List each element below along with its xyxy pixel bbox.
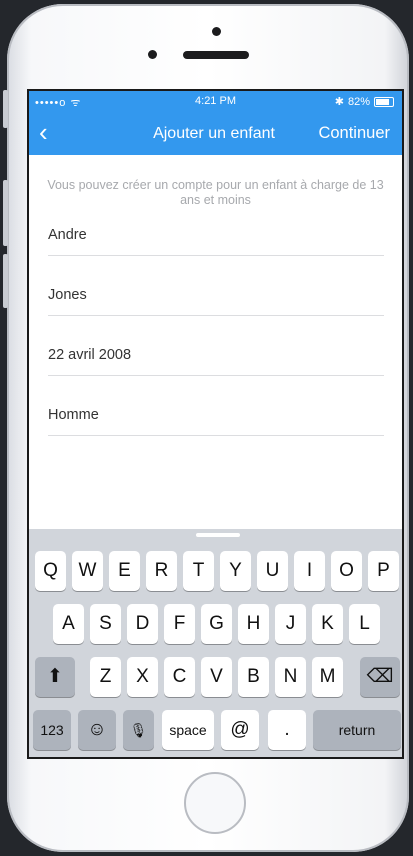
emoji-icon[interactable]: ☺	[78, 710, 116, 750]
numbers-key[interactable]: 123	[33, 710, 71, 750]
microphone-icon[interactable]: 🎙	[123, 710, 154, 750]
battery-icon	[374, 96, 394, 107]
key-z[interactable]: Z	[90, 657, 121, 697]
key-x[interactable]: X	[127, 657, 158, 697]
camera-icon	[212, 27, 221, 36]
period-key[interactable]: .	[268, 710, 306, 750]
gender-field[interactable]: Homme	[48, 407, 384, 436]
first-name-field[interactable]: Andre	[48, 227, 384, 256]
key-m[interactable]: M	[312, 657, 343, 697]
key-o[interactable]: O	[331, 551, 362, 591]
gender-value: Homme	[48, 407, 99, 423]
front-sensor-icon	[148, 50, 157, 59]
key-t[interactable]: T	[183, 551, 214, 591]
volume-up-button	[3, 180, 8, 246]
key-c[interactable]: C	[164, 657, 195, 697]
key-v[interactable]: V	[201, 657, 232, 697]
key-n[interactable]: N	[275, 657, 306, 697]
key-h[interactable]: H	[238, 604, 269, 644]
return-key[interactable]: return	[313, 710, 401, 750]
battery-fill	[376, 98, 389, 105]
key-q[interactable]: Q	[35, 551, 66, 591]
key-f[interactable]: F	[164, 604, 195, 644]
last-name-value: Jones	[48, 287, 87, 303]
key-i[interactable]: I	[294, 551, 325, 591]
key-w[interactable]: W	[72, 551, 103, 591]
keyboard: Q W E R T Y U I O P A S D F G H J K L ⬆ …	[29, 529, 402, 757]
birth-date-field[interactable]: 22 avril 2008	[48, 347, 384, 376]
app-header: •••••o ᯤ 4:21 PM ✱ 82% ‹ Ajouter un enfa…	[29, 91, 402, 155]
key-r[interactable]: R	[146, 551, 177, 591]
key-e[interactable]: E	[109, 551, 140, 591]
key-u[interactable]: U	[257, 551, 288, 591]
volume-down-button	[3, 254, 8, 308]
key-j[interactable]: J	[275, 604, 306, 644]
battery-percentage: 82%	[347, 95, 370, 108]
intro-text: Vous pouvez créer un compte pour un enfa…	[47, 178, 384, 207]
key-s[interactable]: S	[90, 604, 121, 644]
status-right: ✱ 82%	[335, 95, 394, 108]
delete-icon[interactable]: ⌫	[360, 657, 400, 697]
key-d[interactable]: D	[127, 604, 158, 644]
mute-switch	[3, 90, 8, 128]
key-a[interactable]: A	[53, 604, 84, 644]
bluetooth-icon: ✱	[334, 96, 344, 108]
at-key[interactable]: @	[221, 710, 259, 750]
first-name-value: Andre	[48, 227, 87, 243]
key-b[interactable]: B	[238, 657, 269, 697]
status-bar: •••••o ᯤ 4:21 PM ✱ 82%	[29, 95, 402, 109]
key-k[interactable]: K	[312, 604, 343, 644]
space-key[interactable]: space	[162, 710, 214, 750]
keyboard-handle[interactable]	[196, 533, 240, 537]
key-y[interactable]: Y	[220, 551, 251, 591]
last-name-field[interactable]: Jones	[48, 287, 384, 316]
shift-icon[interactable]: ⬆	[35, 657, 75, 697]
page-title-text: Ajouter un enfant	[153, 125, 275, 142]
continue-button[interactable]: Continuer	[318, 124, 390, 143]
key-l[interactable]: L	[349, 604, 380, 644]
birth-date-value: 22 avril 2008	[48, 347, 132, 363]
screen: •••••o ᯤ 4:21 PM ✱ 82% ‹ Ajouter un enfa…	[27, 89, 404, 759]
key-p[interactable]: P	[368, 551, 399, 591]
key-g[interactable]: G	[201, 604, 232, 644]
home-button[interactable]	[184, 772, 246, 834]
earpiece	[183, 51, 249, 59]
